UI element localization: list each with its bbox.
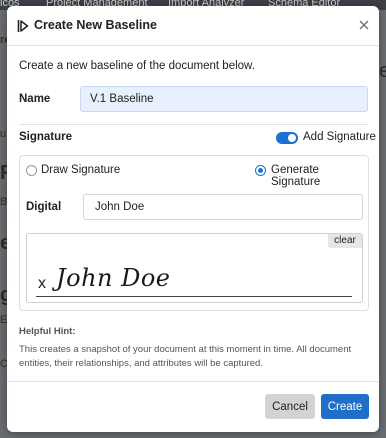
baseline-icon	[17, 20, 29, 32]
signature-panel: Draw Signature Generate Signature Digita…	[19, 155, 369, 311]
bg-fragment: u	[0, 128, 7, 140]
hint-text: This creates a snapshot of your document…	[19, 344, 352, 369]
create-baseline-dialog: Create New Baseline Create a new baselin…	[7, 6, 379, 432]
digital-label: Digital	[26, 201, 62, 213]
create-button[interactable]: Create	[321, 394, 369, 419]
signature-section-label: Signature	[19, 131, 73, 143]
close-icon[interactable]	[357, 18, 371, 32]
dialog-header: Create New Baseline	[7, 6, 379, 46]
generate-signature-radio[interactable]	[255, 165, 266, 176]
digital-name-input[interactable]	[83, 194, 363, 220]
signature-x-mark: x	[38, 275, 46, 292]
footer-divider	[7, 381, 379, 382]
draw-signature-label[interactable]: Draw Signature	[41, 164, 120, 176]
signature-line	[36, 296, 352, 297]
draw-signature-radio[interactable]	[26, 165, 37, 176]
dialog-title: Create New Baseline	[34, 18, 157, 32]
hint-title: Helpful Hint:	[19, 326, 76, 337]
toggle-knob	[288, 134, 296, 142]
generate-signature-label[interactable]: Generate Signature	[271, 164, 368, 188]
add-signature-toggle[interactable]	[276, 132, 298, 144]
clear-signature-button[interactable]: clear	[328, 234, 362, 248]
name-label: Name	[19, 93, 51, 105]
section-divider	[19, 124, 369, 125]
signature-canvas[interactable]: clear x John Doe	[26, 233, 363, 303]
cancel-button[interactable]: Cancel	[265, 394, 315, 419]
dialog-description: Create a new baseline of the document be…	[19, 60, 255, 72]
name-input[interactable]	[80, 86, 368, 112]
bg-fragment: e	[379, 60, 386, 82]
generated-signature: John Doe	[56, 264, 171, 292]
add-signature-label: Add Signature	[303, 131, 376, 143]
